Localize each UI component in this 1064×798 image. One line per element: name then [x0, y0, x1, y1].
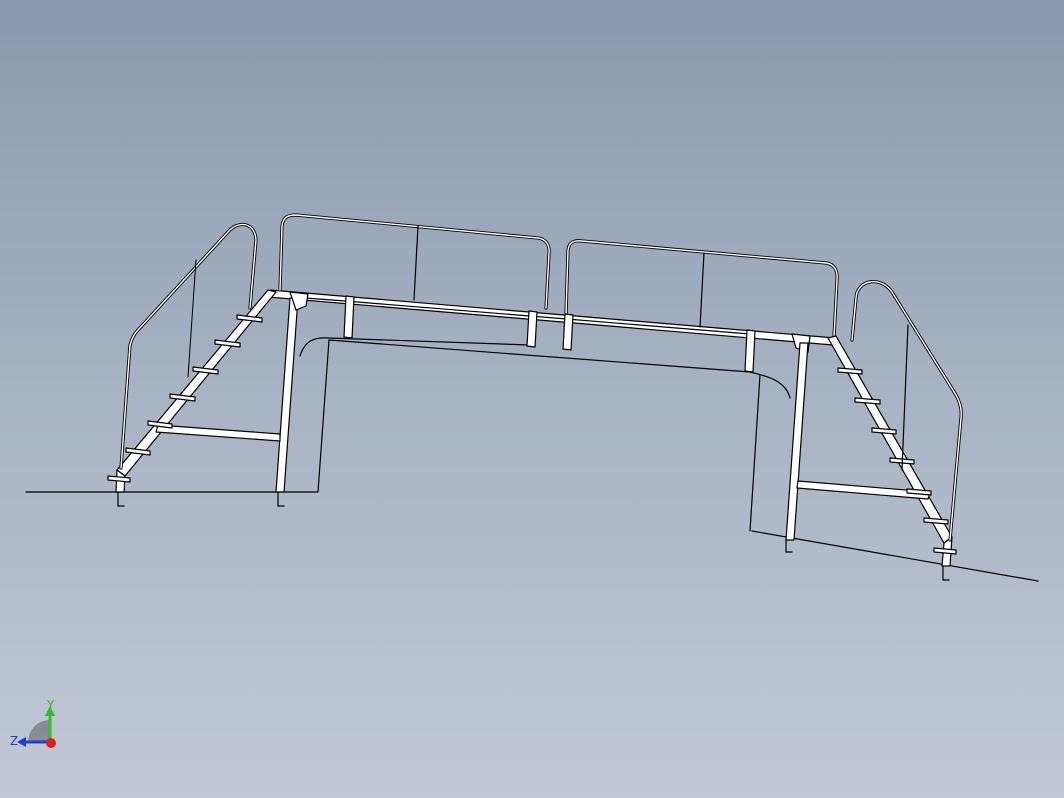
right-front-post [785, 342, 809, 541]
coordinate-triad: Y Z [10, 698, 56, 748]
right-handrail-inner [851, 280, 962, 541]
base-feet [117, 491, 950, 581]
walkway-bridge-model[interactable] [0, 0, 1064, 798]
graphics-viewport[interactable]: Y Z [0, 0, 1064, 798]
z-axis-label: Z [10, 734, 18, 748]
right-stair-stringer [827, 335, 953, 544]
left-front-post [275, 297, 299, 493]
triad-base-arc-icon [28, 720, 50, 742]
guardrail-left-mid-post [413, 225, 419, 301]
right-handrail-mid-post [901, 324, 909, 471]
triad-origin-icon [46, 738, 56, 748]
y-axis-label: Y [46, 698, 55, 712]
left-brace [155, 424, 281, 442]
right-handrail [850, 280, 963, 542]
z-axis-arrowhead-icon [17, 737, 26, 747]
ground-line-right [751, 530, 1039, 582]
bridge-underside-right-edge [749, 374, 761, 532]
bridge-underside [317, 339, 791, 493]
left-handrail-mid-post [187, 259, 197, 378]
guardrail-right-mid-post [699, 252, 705, 328]
